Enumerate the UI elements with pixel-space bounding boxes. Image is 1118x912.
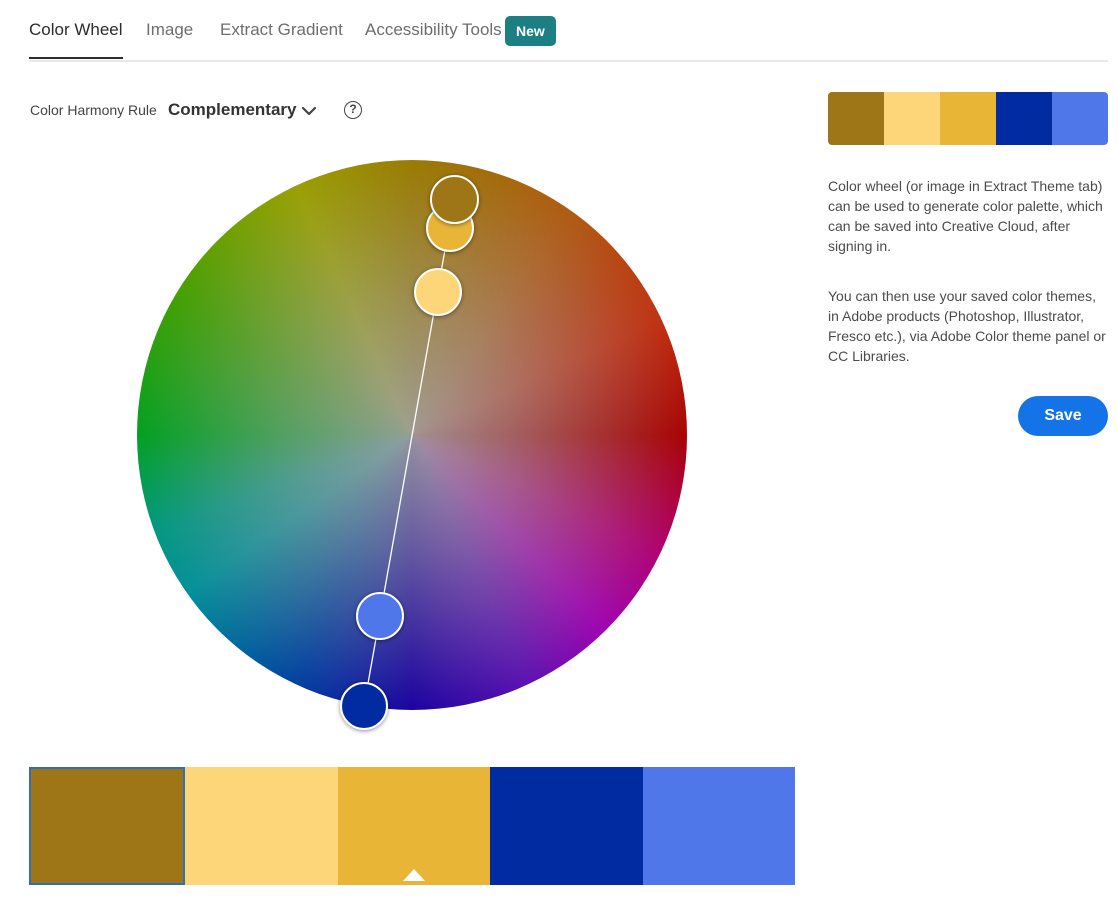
swatch-strip: [29, 767, 796, 885]
tab-extract-gradient[interactable]: Extract Gradient: [220, 20, 343, 57]
swatch[interactable]: [490, 767, 643, 885]
mini-swatch: [1052, 92, 1108, 145]
tab-color-wheel[interactable]: Color Wheel: [29, 20, 123, 59]
save-button[interactable]: Save: [1018, 396, 1108, 436]
mini-swatch: [940, 92, 996, 145]
swatch[interactable]: [185, 767, 338, 885]
tab-accessibility-tools[interactable]: Accessibility Tools: [365, 20, 502, 57]
mini-palette-preview: [828, 92, 1108, 145]
color-handle[interactable]: [356, 592, 404, 640]
tab-bar: Color Wheel Image Extract Gradient Acces…: [29, 0, 1108, 62]
mini-swatch: [884, 92, 940, 145]
harmony-rule-dropdown[interactable]: Complementary: [168, 100, 296, 120]
color-handle[interactable]: [414, 268, 462, 316]
swatch[interactable]: [29, 767, 186, 885]
help-circle-icon[interactable]: ?: [344, 101, 362, 119]
chevron-down-icon[interactable]: [300, 102, 318, 120]
mini-swatch: [828, 92, 884, 145]
swatch[interactable]: [642, 767, 796, 885]
harmony-rule-label: Color Harmony Rule: [30, 102, 157, 118]
triangle-up-icon: [403, 869, 426, 881]
tab-image[interactable]: Image: [146, 20, 193, 57]
swatch[interactable]: [337, 767, 491, 885]
new-badge: New: [505, 16, 556, 46]
info-paragraph: You can then use your saved color themes…: [828, 288, 1106, 364]
color-wheel[interactable]: [137, 160, 687, 710]
color-handle-selected[interactable]: [430, 175, 479, 224]
mini-swatch: [996, 92, 1052, 145]
info-paragraph: Color wheel (or image in Extract Theme t…: [828, 178, 1103, 254]
color-handle[interactable]: [340, 682, 388, 730]
